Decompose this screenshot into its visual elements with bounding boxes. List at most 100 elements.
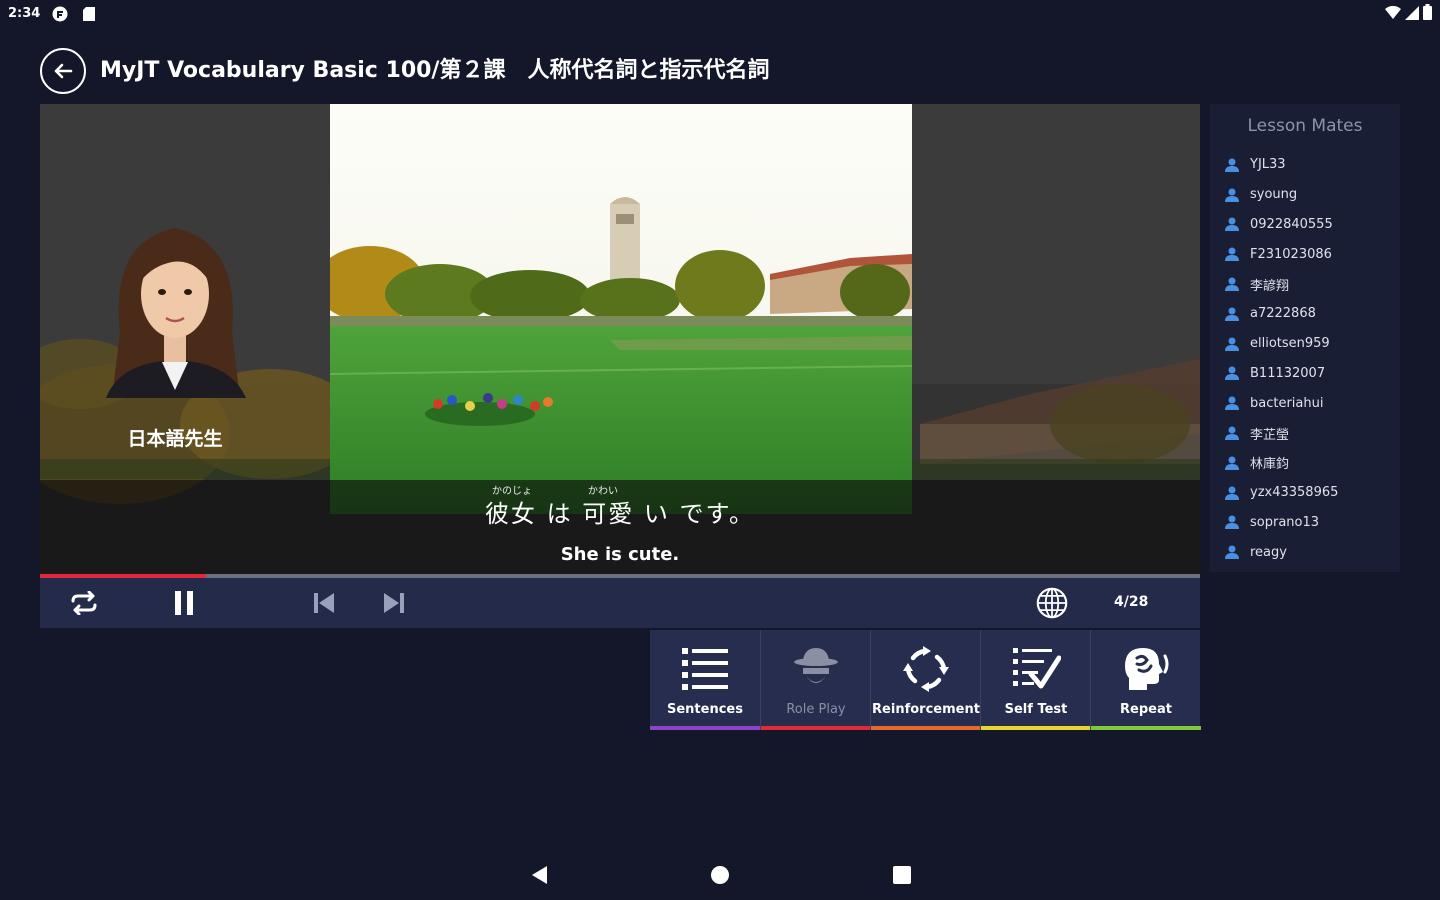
tab-reinforcement[interactable]: Reinforcement — [870, 630, 981, 730]
lesson-mate-item[interactable]: soprano13 — [1224, 508, 1394, 538]
user-icon — [1225, 188, 1239, 202]
next-button[interactable] — [378, 588, 410, 618]
tab-accent — [650, 726, 760, 730]
user-icon — [1225, 277, 1239, 292]
lesson-mate-item[interactable]: 李諺翔 — [1224, 269, 1394, 299]
speaking-head-icon — [1125, 648, 1169, 690]
lesson-mate-item[interactable]: bacteriahui — [1224, 388, 1394, 418]
lesson-mate-name: 0922840555 — [1250, 216, 1333, 232]
lesson-mate-item[interactable]: F231023086 — [1224, 239, 1394, 269]
system-nav-bar — [0, 850, 1440, 900]
tab-self-test[interactable]: Self Test — [980, 630, 1091, 730]
skip-previous-icon — [314, 593, 334, 613]
lesson-mate-name: F231023086 — [1250, 246, 1332, 262]
tab-label: Role Play — [786, 702, 846, 717]
globe-icon — [1036, 587, 1068, 619]
lesson-mate-item[interactable]: elliotsen959 — [1224, 329, 1394, 359]
lesson-mate-name: soprano13 — [1250, 514, 1320, 530]
nav-home-button[interactable] — [707, 862, 733, 888]
user-icon — [1225, 307, 1239, 321]
cell-signal-icon — [1405, 5, 1419, 24]
tab-label: Repeat — [1120, 702, 1172, 717]
status-bar: 2:34 — [0, 0, 1440, 28]
list-icon — [682, 648, 728, 690]
lesson-mate-item[interactable]: B11132007 — [1224, 359, 1394, 389]
teacher-name: 日本語先生 — [127, 428, 223, 450]
battery-icon — [1423, 4, 1432, 24]
lesson-mate-name: syoung — [1250, 187, 1298, 203]
previous-button[interactable] — [308, 588, 340, 618]
checklist-icon — [1013, 648, 1061, 689]
tab-sentences[interactable]: Sentences — [650, 630, 760, 730]
user-icon — [1225, 515, 1239, 530]
english-translation: She is cute. — [560, 544, 680, 565]
lesson-mate-name: yzx43358965 — [1250, 485, 1339, 501]
lesson-mate-name: elliotsen959 — [1250, 336, 1330, 352]
lesson-mates-title: Lesson Mates — [1247, 116, 1363, 136]
lesson-mates-panel: Lesson Mates YJL33 syoung 0922840555 F23102… — [1210, 104, 1400, 572]
refresh-cycle-icon — [903, 646, 949, 692]
lesson-mate-item[interactable]: reagy — [1224, 537, 1394, 567]
nav-back-button[interactable] — [526, 862, 552, 888]
nav-recents-button[interactable] — [889, 862, 915, 888]
lesson-mate-item[interactable]: 李芷瑩 — [1224, 418, 1394, 448]
detective-icon — [794, 648, 838, 683]
tab-label: Self Test — [1004, 702, 1068, 717]
language-button[interactable] — [1036, 587, 1068, 619]
lesson-mate-name: reagy — [1250, 544, 1287, 560]
status-right-icons — [1385, 4, 1432, 24]
user-icon — [1225, 366, 1239, 381]
lesson-mate-name: bacteriahui — [1250, 395, 1324, 411]
controls-bar: 4/28 — [40, 578, 1200, 628]
square-recents-icon — [893, 866, 911, 884]
user-icon — [1225, 456, 1239, 470]
user-icon — [1225, 247, 1239, 262]
status-time: 2:34 — [8, 6, 41, 21]
page-counter: 4/28 — [1114, 594, 1149, 610]
tab-label: Sentences — [667, 702, 743, 717]
wifi-icon — [1385, 5, 1401, 24]
user-icon — [1225, 545, 1239, 560]
lesson-player[interactable]: 日本語先生 かのじょ かわい 彼女 は 可愛 い です。 She is cute… — [40, 104, 1200, 576]
lesson-video-frame — [330, 104, 912, 514]
lesson-mate-name: 李芷瑩 — [1250, 427, 1290, 443]
tab-accent — [761, 726, 871, 730]
user-icon — [1225, 426, 1239, 441]
tab-accent — [981, 726, 1091, 730]
user-icon — [1225, 217, 1239, 232]
tab-accent — [1091, 726, 1201, 730]
lesson-mate-item[interactable]: syoung — [1224, 180, 1394, 210]
mode-tabs: Sentences Role Play Reinforcement Self T… — [650, 630, 1201, 730]
user-icon — [1225, 486, 1239, 500]
lesson-mates-list: YJL33 syoung 0922840555 F231023086 李諺翔 a72228… — [1224, 150, 1394, 567]
user-icon — [1225, 337, 1239, 351]
lesson-mate-item[interactable]: a7222868 — [1224, 299, 1394, 329]
lesson-mate-item[interactable]: YJL33 — [1224, 150, 1394, 180]
circle-home-icon — [711, 866, 729, 884]
sd-card-icon — [82, 6, 98, 22]
lesson-mate-name: 林庫鈞 — [1250, 457, 1290, 473]
japanese-sentence: 彼女 は 可愛 い です。 — [484, 500, 756, 528]
triangle-back-icon — [532, 866, 547, 884]
page-title: MyJT Vocabulary Basic 100/第２課 人称代名詞と指示代名… — [100, 58, 770, 83]
tab-label: Reinforcement — [872, 702, 980, 717]
lesson-mate-item[interactable]: 0922840555 — [1224, 210, 1394, 240]
tab-repeat[interactable]: Repeat — [1090, 630, 1201, 730]
lesson-mate-item[interactable]: 林庫鈞 — [1224, 448, 1394, 478]
tab-accent — [871, 726, 981, 730]
loop-button[interactable] — [68, 588, 100, 618]
pause-button[interactable] — [168, 588, 200, 618]
arrow-left-icon — [54, 63, 73, 79]
lesson-mate-name: a7222868 — [1250, 306, 1316, 322]
app-notification-icon — [52, 6, 68, 22]
tab-role-play[interactable]: Role Play — [760, 630, 871, 730]
loop-icon — [71, 591, 97, 615]
lesson-mate-name: YJL33 — [1250, 157, 1286, 173]
lesson-mate-item[interactable]: yzx43358965 — [1224, 478, 1394, 508]
app-header: MyJT Vocabulary Basic 100/第２課 人称代名詞と指示代名… — [0, 36, 1440, 100]
pause-icon — [175, 591, 193, 615]
user-icon — [1225, 396, 1239, 411]
lesson-mate-name: B11132007 — [1250, 365, 1326, 381]
back-button[interactable] — [40, 48, 86, 94]
teacher-avatar-image — [106, 228, 246, 398]
